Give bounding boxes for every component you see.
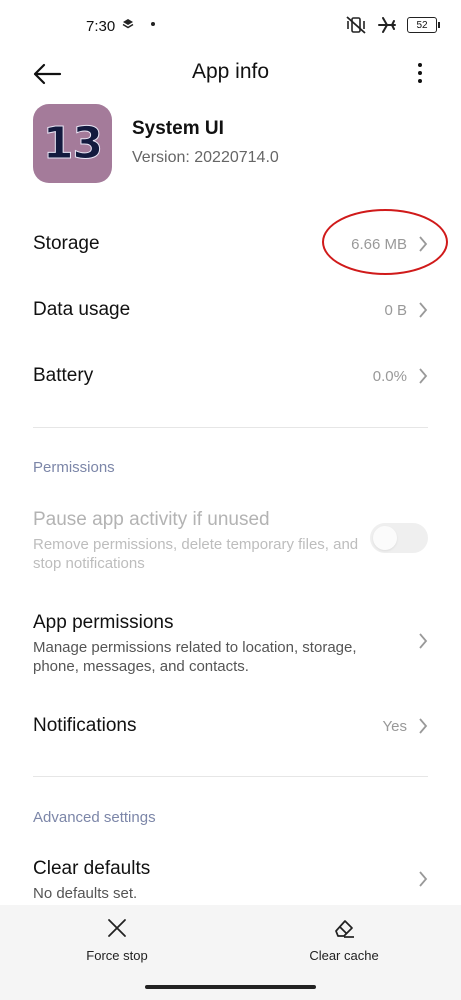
notification-dot-icon xyxy=(151,22,155,26)
advanced-section-title: Advanced settings xyxy=(33,809,156,826)
app-icon-text: 13 xyxy=(42,118,103,170)
more-options-icon[interactable] xyxy=(413,58,427,88)
status-bar: 7:30 52 xyxy=(0,0,461,54)
permissions-section-title: Permissions xyxy=(33,459,115,476)
app-permissions-subtitle: Manage permissions related to location, … xyxy=(33,639,357,675)
eraser-icon xyxy=(335,920,354,938)
chevron-right-icon xyxy=(419,302,428,318)
status-time: 7:30 xyxy=(86,18,116,35)
app-bar: App info xyxy=(0,52,461,96)
data-usage-value: 0 B xyxy=(384,302,407,319)
force-stop-label: Force stop xyxy=(86,948,148,963)
clear-defaults-subtitle: No defaults set. xyxy=(33,885,138,902)
data-usage-label: Data usage xyxy=(33,299,131,320)
clear-defaults-title: Clear defaults xyxy=(33,858,151,879)
app-permissions-title: App permissions xyxy=(33,612,174,633)
battery-icon: 52 xyxy=(407,17,440,33)
divider xyxy=(33,427,428,428)
app-icon: 13 xyxy=(33,104,112,183)
app-version: Version: 20220714.0 xyxy=(132,149,279,166)
force-stop-button[interactable]: Force stop xyxy=(47,917,187,963)
pause-app-activity-subtitle: Remove permissions, delete temporary fil… xyxy=(33,536,359,572)
clear-defaults-row[interactable]: Clear defaults No defaults set. xyxy=(0,854,461,904)
pause-app-activity-row: Pause app activity if unused Remove perm… xyxy=(0,505,461,575)
toggle-knob xyxy=(373,526,397,550)
chevron-right-icon xyxy=(419,633,428,649)
chevron-right-icon xyxy=(419,871,428,887)
chevron-right-icon xyxy=(419,368,428,384)
app-permissions-row[interactable]: App permissions Manage permissions relat… xyxy=(0,608,461,678)
data-usage-row[interactable]: Data usage 0 B xyxy=(0,292,461,328)
clear-cache-label: Clear cache xyxy=(309,948,379,963)
battery-label: Battery xyxy=(33,365,94,386)
chevron-right-icon xyxy=(419,718,428,734)
storage-label: Storage xyxy=(33,233,100,254)
home-indicator xyxy=(145,985,316,989)
battery-value: 0.0% xyxy=(372,368,407,385)
clear-cache-button[interactable]: Clear cache xyxy=(274,917,414,963)
annotation-circle xyxy=(322,209,448,275)
notifications-row[interactable]: Notifications Yes xyxy=(0,708,461,744)
notifications-label: Notifications xyxy=(33,715,137,736)
app-name: System UI xyxy=(132,118,224,139)
close-icon xyxy=(108,919,126,937)
layers-icon xyxy=(122,19,134,29)
airplane-icon xyxy=(378,17,396,33)
notifications-value: Yes xyxy=(382,718,407,735)
page-title: App info xyxy=(191,60,270,83)
divider xyxy=(33,776,428,777)
vibrate-off-icon xyxy=(346,16,366,34)
pause-app-activity-toggle[interactable] xyxy=(370,523,428,553)
battery-level: 52 xyxy=(416,19,428,31)
battery-row[interactable]: Battery 0.0% xyxy=(0,358,461,394)
pause-app-activity-title: Pause app activity if unused xyxy=(33,509,270,530)
